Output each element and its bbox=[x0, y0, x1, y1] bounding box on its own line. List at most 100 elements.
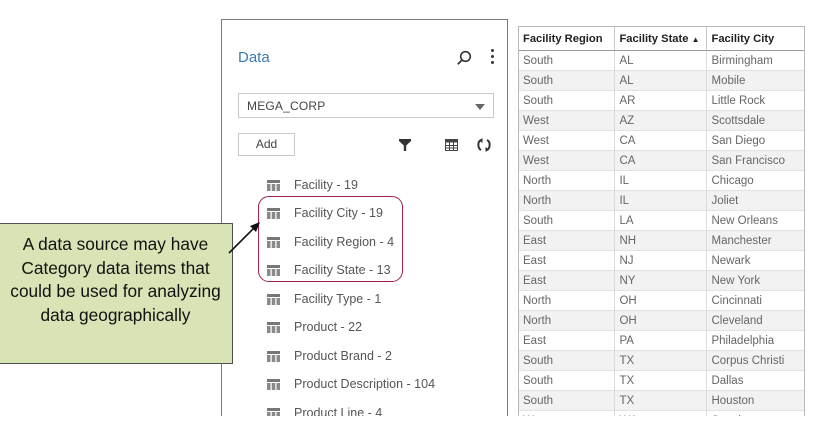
table-cell: South bbox=[519, 350, 616, 371]
table-cell: North bbox=[519, 310, 616, 331]
data-source-select[interactable]: MEGA_CORP bbox=[238, 93, 494, 118]
table-cell: West bbox=[519, 410, 616, 416]
header-label: Facility State bbox=[619, 32, 689, 45]
table-row[interactable]: North IL Joliet bbox=[519, 190, 804, 211]
table-row[interactable]: South AR Little Rock bbox=[519, 90, 804, 111]
category-icon bbox=[267, 379, 280, 390]
table-cell: AZ bbox=[614, 110, 708, 131]
table-row[interactable]: South TX Dallas bbox=[519, 370, 804, 391]
table-cell: Manchester bbox=[706, 230, 804, 251]
table-body: South AL Birmingham South AL Mobile South AR Lit… bbox=[519, 50, 804, 416]
table-cell: Little Rock bbox=[706, 90, 804, 111]
table-cell: IL bbox=[614, 190, 708, 211]
category-icon bbox=[267, 294, 280, 305]
table-cell: AL bbox=[614, 50, 708, 71]
table-cell: West bbox=[519, 110, 616, 131]
table-row[interactable]: East NH Manchester bbox=[519, 230, 804, 251]
table-cell: Birmingham bbox=[706, 50, 804, 71]
table-cell: East bbox=[519, 250, 616, 271]
table-row[interactable]: North OH Cleveland bbox=[519, 310, 804, 331]
data-table: Facility Region Facility State ▲ Facilit… bbox=[518, 26, 805, 416]
table-cell: Scottsdale bbox=[706, 110, 804, 131]
table-row[interactable]: South TX Houston bbox=[519, 390, 804, 411]
category-icon bbox=[267, 322, 280, 333]
more-icon[interactable] bbox=[490, 49, 496, 67]
table-row[interactable]: West CA San Francisco bbox=[519, 150, 804, 171]
callout-box: A data source may have Category data ite… bbox=[0, 223, 233, 364]
column-header-region[interactable]: Facility Region bbox=[519, 27, 616, 51]
table-cell: South bbox=[519, 370, 616, 391]
column-header-state[interactable]: Facility State ▲ bbox=[614, 27, 708, 51]
table-row[interactable]: West AZ Scottsdale bbox=[519, 110, 804, 131]
table-cell: Mobile bbox=[706, 70, 804, 91]
table-row[interactable]: WestWASeattle bbox=[519, 410, 804, 416]
table-cell: AL bbox=[614, 70, 708, 91]
table-row[interactable]: North IL Chicago bbox=[519, 170, 804, 191]
table-cell: TX bbox=[614, 370, 708, 391]
table-cell: AR bbox=[614, 90, 708, 111]
category-icon bbox=[267, 180, 280, 191]
filter-icon[interactable] bbox=[398, 138, 412, 152]
sort-ascending-icon: ▲ bbox=[691, 34, 700, 44]
table-row[interactable]: West CA San Diego bbox=[519, 130, 804, 151]
table-cell: Newark bbox=[706, 250, 804, 271]
table-cell: San Francisco bbox=[706, 150, 804, 171]
table-cell: East bbox=[519, 270, 616, 291]
data-item-label: Facility - 19 bbox=[294, 178, 358, 192]
table-cell: East bbox=[519, 330, 616, 351]
table-cell: South bbox=[519, 210, 616, 231]
table-row[interactable]: South LA New Orleans bbox=[519, 210, 804, 231]
table-cell: OH bbox=[614, 290, 708, 311]
table-cell: North bbox=[519, 190, 616, 211]
data-item-label: Product - 22 bbox=[294, 320, 363, 334]
table-row[interactable]: East PA Philadelphia bbox=[519, 330, 804, 351]
table-cell: South bbox=[519, 50, 616, 71]
column-header-city[interactable]: Facility City bbox=[706, 27, 804, 51]
table-cell: TX bbox=[614, 390, 708, 411]
data-item-label: Facility Type - 1 bbox=[294, 292, 382, 306]
refresh-icon[interactable] bbox=[476, 138, 492, 152]
table-cell: CA bbox=[614, 150, 708, 171]
table-row[interactable]: South TX Corpus Christi bbox=[519, 350, 804, 371]
table-cell: West bbox=[519, 150, 616, 171]
chevron-down-icon bbox=[475, 104, 485, 110]
table-cell: New York bbox=[706, 270, 804, 291]
table-row[interactable]: South AL Birmingham bbox=[519, 50, 804, 71]
data-source-value: MEGA_CORP bbox=[247, 99, 326, 113]
table-cell: Seattle bbox=[706, 410, 804, 416]
add-button[interactable]: Add bbox=[238, 133, 295, 156]
table-cell: LA bbox=[614, 210, 708, 231]
table-cell: Chicago bbox=[706, 170, 804, 191]
search-icon[interactable] bbox=[456, 50, 472, 66]
callout-text: A data source may have Category data ite… bbox=[10, 234, 221, 325]
header-label: Facility Region bbox=[523, 32, 603, 45]
table-cell: CA bbox=[614, 130, 708, 151]
table-row[interactable]: East NJ Newark bbox=[519, 250, 804, 271]
table-cell: Cincinnati bbox=[706, 290, 804, 311]
table-cell: Corpus Christi bbox=[706, 350, 804, 371]
data-item-label: Product Line - 4 bbox=[294, 406, 383, 416]
panel-title: Data bbox=[238, 49, 270, 66]
table-cell: Joliet bbox=[706, 190, 804, 211]
table-row[interactable]: North OH Cincinnati bbox=[519, 290, 804, 311]
callout-arrow bbox=[228, 222, 260, 254]
table-cell: West bbox=[519, 130, 616, 151]
table-cell: South bbox=[519, 70, 616, 91]
category-icon bbox=[267, 408, 280, 416]
table-cell: WA bbox=[614, 410, 708, 416]
table-row[interactable]: South AL Mobile bbox=[519, 70, 804, 91]
data-item-label: Product Brand - 2 bbox=[294, 349, 392, 363]
geographic-items-highlight bbox=[258, 196, 403, 282]
header-label: Facility City bbox=[711, 32, 775, 45]
table-cell: East bbox=[519, 230, 616, 251]
table-cell: Houston bbox=[706, 390, 804, 411]
table-icon[interactable] bbox=[445, 139, 458, 151]
table-header-row: Facility Region Facility State ▲ Facilit… bbox=[519, 27, 804, 51]
table-cell: NJ bbox=[614, 250, 708, 271]
table-cell: OH bbox=[614, 310, 708, 331]
table-cell: North bbox=[519, 290, 616, 311]
table-cell: Philadelphia bbox=[706, 330, 804, 351]
data-item-label: Product Description - 104 bbox=[294, 377, 436, 391]
table-cell: NY bbox=[614, 270, 708, 291]
table-row[interactable]: East NY New York bbox=[519, 270, 804, 291]
